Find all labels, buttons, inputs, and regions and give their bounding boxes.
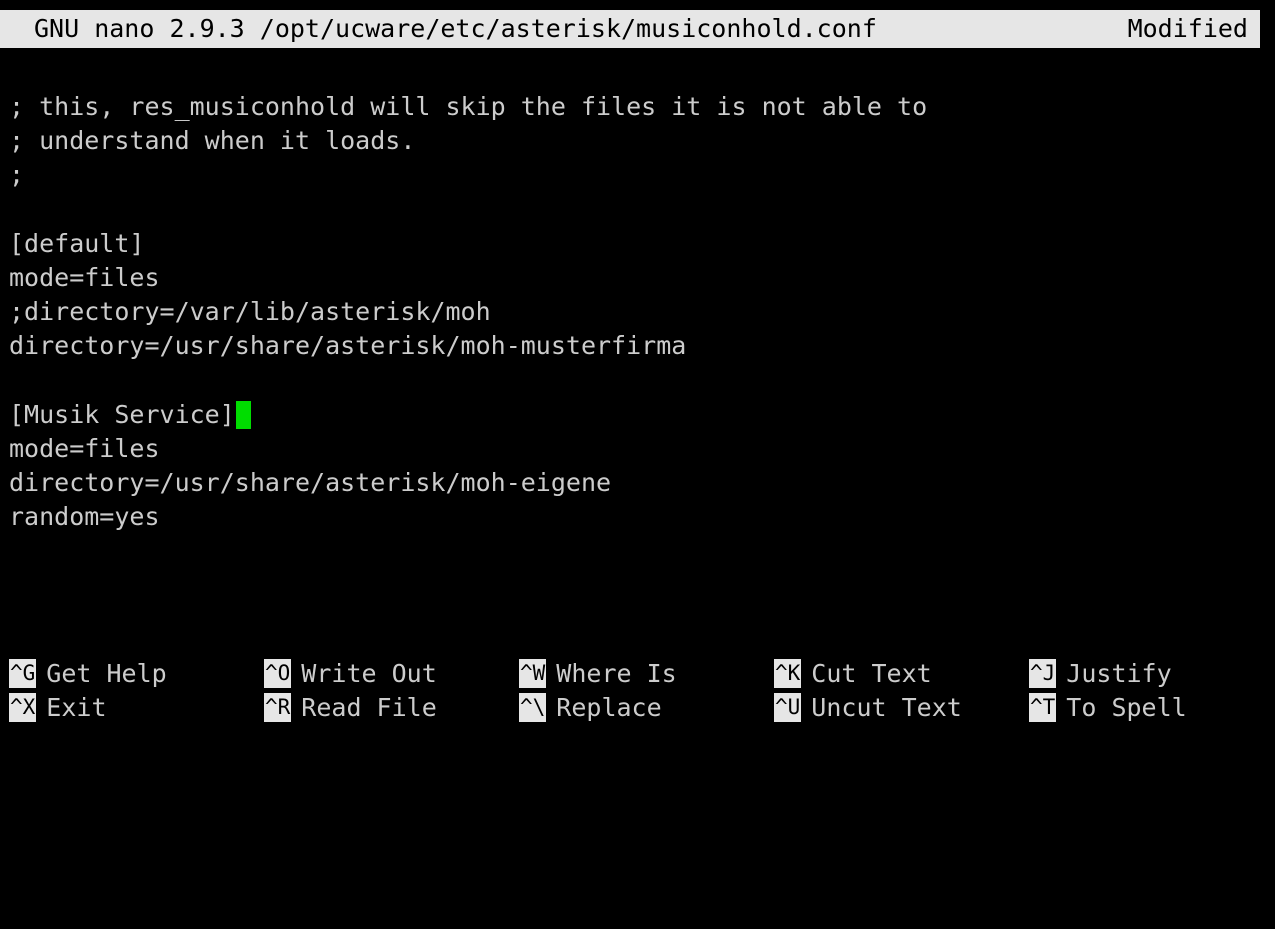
shortcut-key: ^X [9,693,37,722]
shortcut-uncut-text[interactable]: ^U Uncut Text [774,691,962,725]
shortcut-key: ^W [519,659,547,688]
shortcut-key: ^O [264,659,292,688]
editor-line[interactable]: random=yes [9,500,1259,534]
modified-status: Modified [1127,14,1248,43]
shortcut-label: To Spell [1066,693,1187,722]
shortcut-label: Read File [301,693,437,722]
editor-line[interactable]: ; understand when it loads. [9,124,1259,158]
editor-line[interactable]: ; this, res_musiconhold will skip the fi… [9,90,1259,124]
editor-line[interactable]: mode=files [9,261,1259,295]
shortcut-key: ^T [1029,693,1057,722]
editor-line-current[interactable]: [Musik Service] [9,398,1259,432]
shortcut-label: Write Out [301,659,437,688]
shortcut-justify[interactable]: ^J Justify [1029,657,1172,691]
shortcut-exit[interactable]: ^X Exit [9,691,107,725]
shortcut-row-2: ^X Exit ^R Read File ^\ Replace ^U Uncut Tex… [9,691,1269,725]
shortcut-key: ^U [774,693,802,722]
editor-line[interactable]: mode=files [9,432,1259,466]
shortcut-label: Get Help [46,659,167,688]
shortcut-label: Where Is [556,659,677,688]
shortcut-replace[interactable]: ^\ Replace [519,691,662,725]
shortcut-key: ^G [9,659,37,688]
shortcut-label: Uncut Text [811,693,962,722]
editor-line[interactable]: ;directory=/var/lib/asterisk/moh [9,295,1259,329]
shortcut-key: ^J [1029,659,1057,688]
text-cursor [235,400,251,429]
shortcut-get-help[interactable]: ^G Get Help [9,657,167,691]
shortcut-bar: ^G Get Help ^O Write Out ^W Where Is ^K Cut … [9,657,1269,725]
editor-line[interactable]: ; [9,158,1259,192]
editor-line[interactable] [9,364,1259,398]
editor-line[interactable] [9,193,1259,227]
shortcut-key: ^R [264,693,292,722]
shortcut-to-spell[interactable]: ^T To Spell [1029,691,1187,725]
shortcut-row-1: ^G Get Help ^O Write Out ^W Where Is ^K Cut … [9,657,1269,691]
title-app-and-file: GNU nano 2.9.3 /opt/ucware/etc/asterisk/… [34,14,877,43]
editor-line[interactable]: [default] [9,227,1259,261]
shortcut-label: Exit [46,693,107,722]
shortcut-label: Replace [556,693,662,722]
shortcut-where-is[interactable]: ^W Where Is [519,657,677,691]
editor-text-area[interactable]: ; this, res_musiconhold will skip the fi… [9,90,1259,534]
editor-line[interactable]: directory=/usr/share/asterisk/moh-eigene [9,466,1259,500]
shortcut-cut-text[interactable]: ^K Cut Text [774,657,932,691]
shortcut-key: ^K [774,659,802,688]
shortcut-read-file[interactable]: ^R Read File [264,691,437,725]
shortcut-key: ^\ [519,693,547,722]
shortcut-label: Justify [1066,659,1172,688]
shortcut-label: Cut Text [811,659,932,688]
editor-line[interactable]: directory=/usr/share/asterisk/moh-muster… [9,329,1259,363]
shortcut-write-out[interactable]: ^O Write Out [264,657,437,691]
title-bar: GNU nano 2.9.3 /opt/ucware/etc/asterisk/… [0,10,1260,48]
